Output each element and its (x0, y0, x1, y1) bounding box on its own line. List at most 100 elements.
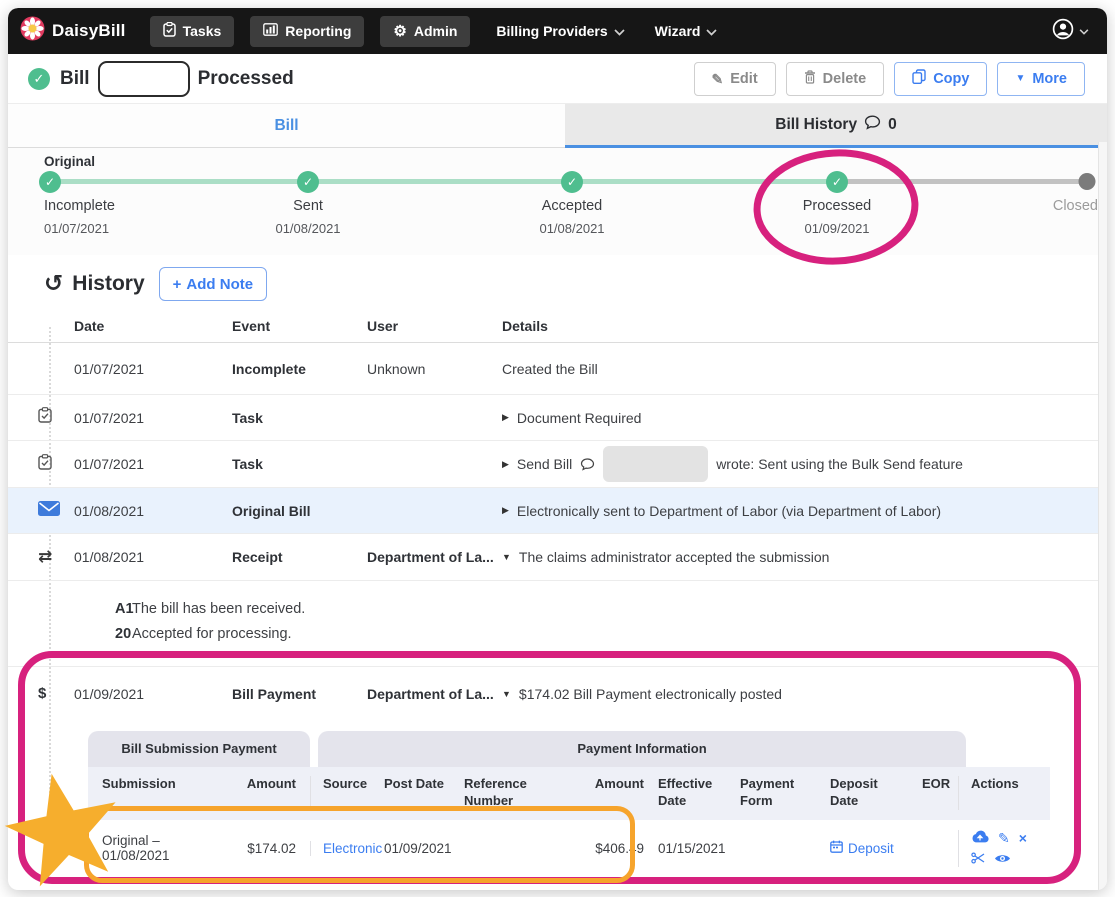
row-date: 01/08/2021 (74, 503, 232, 519)
expand-caret-icon[interactable]: ▶ (502, 505, 509, 516)
calendar-icon (830, 840, 843, 856)
row-user: Department of La... (367, 549, 494, 565)
row-user: Unknown (367, 361, 502, 377)
admin-button[interactable]: ⚙ Admin (380, 16, 470, 47)
status-check-icon: ✓ (28, 68, 50, 90)
edit-button[interactable]: ✎ Edit (694, 62, 776, 96)
wizard-menu[interactable]: Wizard (655, 23, 718, 39)
row-event: Task (232, 410, 367, 426)
row-detail: Send Bill (517, 456, 572, 472)
tab-history-label: Bill History (775, 116, 857, 134)
transfer-icon: ⇄ (38, 547, 52, 567)
row-detail: The claims administrator accepted the su… (519, 549, 829, 565)
copy-button[interactable]: Copy (894, 62, 987, 96)
app-window: DaisyBill Tasks Reporting ⚙ Admin Billin… (8, 8, 1107, 890)
expand-caret-icon[interactable]: ▶ (502, 459, 509, 470)
tasks-button[interactable]: Tasks (150, 16, 235, 47)
view-icon[interactable] (994, 852, 1011, 867)
row-detail: Document Required (517, 410, 642, 426)
cut-icon[interactable] (971, 852, 985, 867)
scroll-gutter[interactable] (1098, 142, 1107, 890)
reporting-icon (263, 23, 278, 39)
col-amount: Amount (228, 776, 302, 810)
collapse-caret-icon[interactable]: ▼ (502, 552, 511, 562)
user-menu[interactable] (1052, 18, 1089, 45)
tab-bill-label: Bill (274, 117, 298, 135)
edit-icon[interactable]: ✎ (998, 831, 1010, 845)
delete-button[interactable]: Delete (786, 62, 885, 96)
chevron-down-icon (1079, 22, 1089, 40)
group-header-bill-submission-payment: Bill Submission Payment (88, 731, 310, 767)
bill-timeline: Original ✓ ✓ ✓ ✓ Incomplete 01/07/2021 S… (8, 148, 1107, 255)
copy-icon (912, 69, 926, 88)
reporting-button[interactable]: Reporting (250, 16, 364, 47)
bill-status: Processed (198, 68, 294, 90)
receipt-code-line: 20 Accepted for processing. (8, 622, 1107, 647)
tasks-label: Tasks (183, 23, 222, 39)
brand-name: DaisyBill (52, 21, 126, 41)
tab-bill[interactable]: Bill (8, 104, 565, 148)
table-row: 01/08/2021 Original Bill ▶ Electronicall… (8, 488, 1107, 534)
billing-providers-label: Billing Providers (496, 23, 607, 39)
plus-circle-icon: + (38, 360, 56, 378)
payment-post-date: 01/09/2021 (376, 841, 456, 856)
more-label: More (1032, 71, 1067, 87)
col-payment-amount: Amount (564, 776, 650, 810)
table-row: $ 01/09/2021 Bill Payment Department of … (8, 667, 1107, 721)
col-details: Details (502, 318, 1107, 334)
payment-row: Original – 01/08/2021 $174.02 Electronic… (88, 820, 1050, 880)
deposit-label: Deposit (848, 841, 894, 856)
cloud-upload-icon[interactable] (971, 830, 989, 846)
row-date: 01/09/2021 (74, 686, 232, 702)
history-icon: ↺ (44, 272, 63, 295)
more-button[interactable]: ▼ More (997, 62, 1085, 96)
payment-source-link[interactable]: Electronic (323, 841, 382, 856)
wizard-label: Wizard (655, 23, 701, 39)
trash-icon (804, 70, 816, 88)
expand-caret-icon[interactable]: ▶ (502, 412, 509, 423)
bill-header: ✓ Bill Processed ✎ Edit Delete Copy ▼ Mo… (8, 54, 1107, 104)
timeline-label-accepted: Accepted (542, 198, 602, 214)
delete-icon[interactable]: × (1019, 831, 1027, 845)
add-note-button[interactable]: + Add Note (159, 267, 267, 301)
brand[interactable]: DaisyBill (20, 16, 126, 46)
timeline-date-sent: 01/08/2021 (275, 221, 340, 236)
collapse-caret-icon[interactable]: ▼ (502, 689, 511, 699)
admin-icon: ⚙ (393, 24, 406, 39)
tasks-icon (163, 22, 176, 40)
delete-label: Delete (823, 71, 867, 87)
receipt-code: 20 (8, 622, 132, 647)
billing-providers-menu[interactable]: Billing Providers (496, 23, 624, 39)
row-date: 01/07/2021 (74, 410, 232, 426)
payment-table-header: Submission Amount Source Post Date Refer… (88, 767, 1050, 820)
timeline-track-complete (50, 179, 837, 184)
timeline-node-incomplete: ✓ (39, 171, 61, 193)
timeline-label-incomplete: Incomplete (44, 198, 115, 214)
payment-effective-date: 01/15/2021 (650, 841, 730, 856)
timeline-track-pending (837, 179, 1087, 184)
add-note-label: Add Note (186, 276, 253, 293)
row-detail: $174.02 Bill Payment electronically post… (519, 686, 782, 702)
row-event: Task (232, 456, 367, 472)
plus-icon: + (173, 276, 182, 293)
row-user: Department of La... (367, 686, 494, 702)
row-detail: Created the Bill (502, 361, 598, 377)
submission-line2: 01/08/2021 (102, 848, 222, 863)
user-avatar-icon (1052, 18, 1074, 45)
payment-table: Bill Submission Payment Payment Informat… (88, 731, 1050, 880)
row-event: Bill Payment (232, 686, 367, 702)
receipt-code-line: A1 The bill has been received. (8, 597, 1107, 622)
receipt-code: A1 (8, 597, 132, 622)
dollar-icon: $ (38, 685, 46, 702)
deposit-link[interactable]: Deposit (830, 840, 908, 856)
row-date: 01/07/2021 (74, 456, 232, 472)
bill-number-redacted (98, 61, 190, 97)
reporting-label: Reporting (285, 23, 351, 39)
tab-bill-history[interactable]: Bill History 0 (565, 104, 1107, 148)
history-title-text: History (72, 272, 144, 296)
chevron-down-icon (706, 23, 717, 39)
edit-icon: ✎ (712, 72, 724, 86)
col-payment-form: Payment Form (730, 776, 822, 810)
admin-label: Admin (414, 23, 458, 39)
col-effective-date: Effective Date (650, 776, 730, 810)
